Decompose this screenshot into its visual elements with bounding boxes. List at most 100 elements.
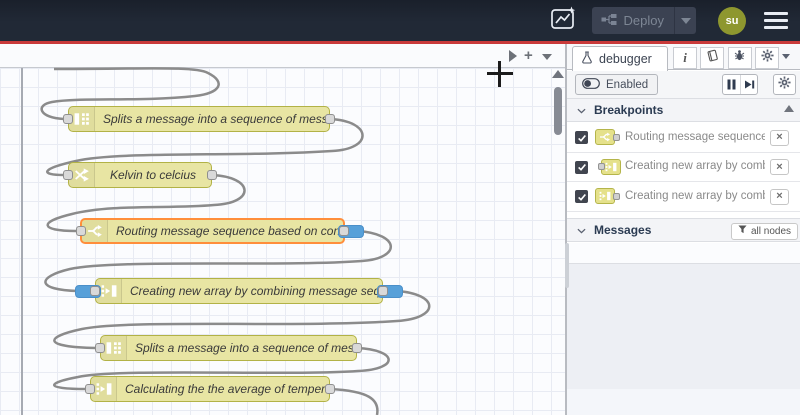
join-node-icon (96, 383, 111, 395)
header-bar: Deploy su (0, 0, 800, 41)
export-image-icon (550, 6, 577, 35)
canvas-scrollbar-thumb[interactable] (554, 87, 562, 135)
flow-list-button[interactable] (542, 54, 552, 60)
flow-node-split[interactable]: Splits a message into a sequence of mess… (63, 106, 335, 132)
node-label: Kelvin to celcius (109, 168, 197, 182)
user-avatar[interactable]: su (718, 6, 746, 35)
split-node-icon (106, 342, 121, 354)
node-label: Splits a message into a sequence of mess… (135, 341, 356, 355)
deploy-label: Deploy (623, 13, 664, 28)
book-icon (706, 49, 719, 67)
debugger-settings-button[interactable] (773, 74, 796, 95)
add-flow-button[interactable]: + (524, 47, 533, 64)
info-tab-button[interactable]: i (673, 47, 697, 69)
tab-debugger-label: debugger (599, 52, 652, 66)
node-label: Splits a message into a sequence of mess… (103, 112, 329, 126)
output-port[interactable] (207, 170, 217, 180)
debug-tab-button[interactable] (727, 47, 752, 69)
main-menu-button[interactable] (764, 12, 788, 29)
toggle-icon (582, 77, 600, 92)
join-mini-node-icon (593, 187, 623, 205)
enabled-label: Enabled (606, 78, 649, 91)
left-port-marker (597, 163, 605, 170)
hamburger-icon (764, 12, 788, 15)
breakpoint-row[interactable]: Creating new array by combining message … (567, 182, 800, 212)
debugger-enabled-toggle[interactable]: Enabled (575, 74, 659, 95)
node-label: Creating new array by combining message … (130, 284, 382, 298)
flow-node-change[interactable]: Kelvin to celcius (63, 162, 217, 188)
export-image-button[interactable] (550, 6, 578, 35)
sidebar-more-tabs-button[interactable] (782, 54, 790, 59)
breakpoint-label: Routing message sequence based on condit… (625, 130, 765, 143)
deploy-options-button[interactable] (674, 7, 696, 34)
switch-node-icon (600, 132, 610, 142)
flow-node-split[interactable]: Splits a message into a sequence of mess… (95, 335, 362, 361)
funnel-icon (738, 225, 747, 237)
canvas-boundary-line (21, 68, 23, 415)
messages-section-header[interactable]: Messages all nodes (567, 218, 800, 242)
config-tab-button[interactable] (755, 47, 780, 69)
input-port[interactable] (63, 170, 73, 180)
input-port[interactable] (90, 286, 100, 296)
node-label: Calculating the the average of temperatu… (125, 382, 329, 396)
breakpoint-row[interactable]: Creating new array by combining message … (567, 152, 800, 182)
split-node-icon (74, 113, 89, 125)
output-port[interactable] (378, 286, 388, 296)
sidebar-footer (567, 389, 800, 415)
breakpoint-checkbox[interactable] (575, 131, 588, 144)
messages-empty-row (567, 243, 800, 263)
tab-scroll-right-button[interactable] (509, 50, 517, 62)
debugger-step-controls (722, 74, 758, 95)
sidebar-scrollbar-thumb[interactable] (565, 243, 569, 288)
breakpoint-label: Creating new array by combining message … (625, 189, 765, 202)
breakpoints-scroll-up-button[interactable] (784, 105, 794, 112)
join-node-icon (101, 285, 116, 297)
deploy-button[interactable]: Deploy (591, 7, 696, 34)
breakpoint-checkbox[interactable] (575, 160, 588, 174)
breakpoints-section-header[interactable]: Breakpoints (567, 98, 800, 122)
right-port-marker (612, 133, 620, 141)
canvas-scroll-up-button[interactable] (552, 70, 564, 78)
crosshair-cursor (498, 61, 501, 87)
breakpoint-row[interactable]: Routing message sequence based on condit… (567, 123, 800, 153)
right-port-marker (612, 192, 620, 200)
input-port[interactable] (63, 114, 73, 124)
output-port[interactable] (339, 226, 349, 236)
output-port[interactable] (352, 343, 362, 353)
step-button[interactable] (740, 75, 757, 94)
switch-mini-node-icon (593, 128, 623, 146)
output-port[interactable] (325, 114, 335, 124)
output-port[interactable] (325, 384, 335, 394)
message-filter-button[interactable]: all nodes (731, 222, 799, 240)
input-port[interactable] (76, 226, 86, 236)
flow-node-switch[interactable]: Routing message sequence based on condit… (76, 218, 364, 244)
remove-breakpoint-button[interactable]: × (770, 129, 789, 146)
help-tab-button[interactable] (700, 47, 725, 69)
switch-node-icon (87, 225, 102, 237)
gear-icon (761, 49, 774, 67)
sidebar-tab-buttons: i (673, 47, 780, 69)
messages-list-area (567, 263, 800, 389)
flow-node-join[interactable]: Calculating the the average of temperatu… (85, 376, 335, 402)
debugger-toolbar: Enabled (567, 71, 800, 98)
remove-breakpoint-button[interactable]: × (770, 188, 789, 205)
flask-icon (581, 51, 593, 67)
gear-icon (778, 75, 791, 94)
breakpoint-checkbox[interactable] (575, 190, 588, 203)
flow-node-join[interactable]: Creating new array by combining message … (75, 278, 403, 304)
check-icon (577, 193, 586, 201)
deploy-button-main[interactable]: Deploy (592, 13, 674, 29)
pause-button[interactable] (723, 75, 740, 94)
change-node-icon (74, 168, 89, 182)
join-mini-node-icon (593, 158, 623, 176)
tab-debugger[interactable]: debugger (572, 46, 668, 71)
node-label: Routing message sequence based on condit… (116, 224, 343, 238)
remove-breakpoint-button[interactable]: × (770, 159, 789, 175)
join-node-icon (599, 191, 611, 201)
breakpoint-label: Creating new array by combining message … (625, 160, 765, 172)
pause-icon (727, 79, 736, 90)
input-port[interactable] (85, 384, 95, 394)
right-sidebar: debugger i Enabled Breakpoints Routing m… (565, 44, 800, 415)
step-icon (744, 80, 754, 89)
input-port[interactable] (95, 343, 105, 353)
